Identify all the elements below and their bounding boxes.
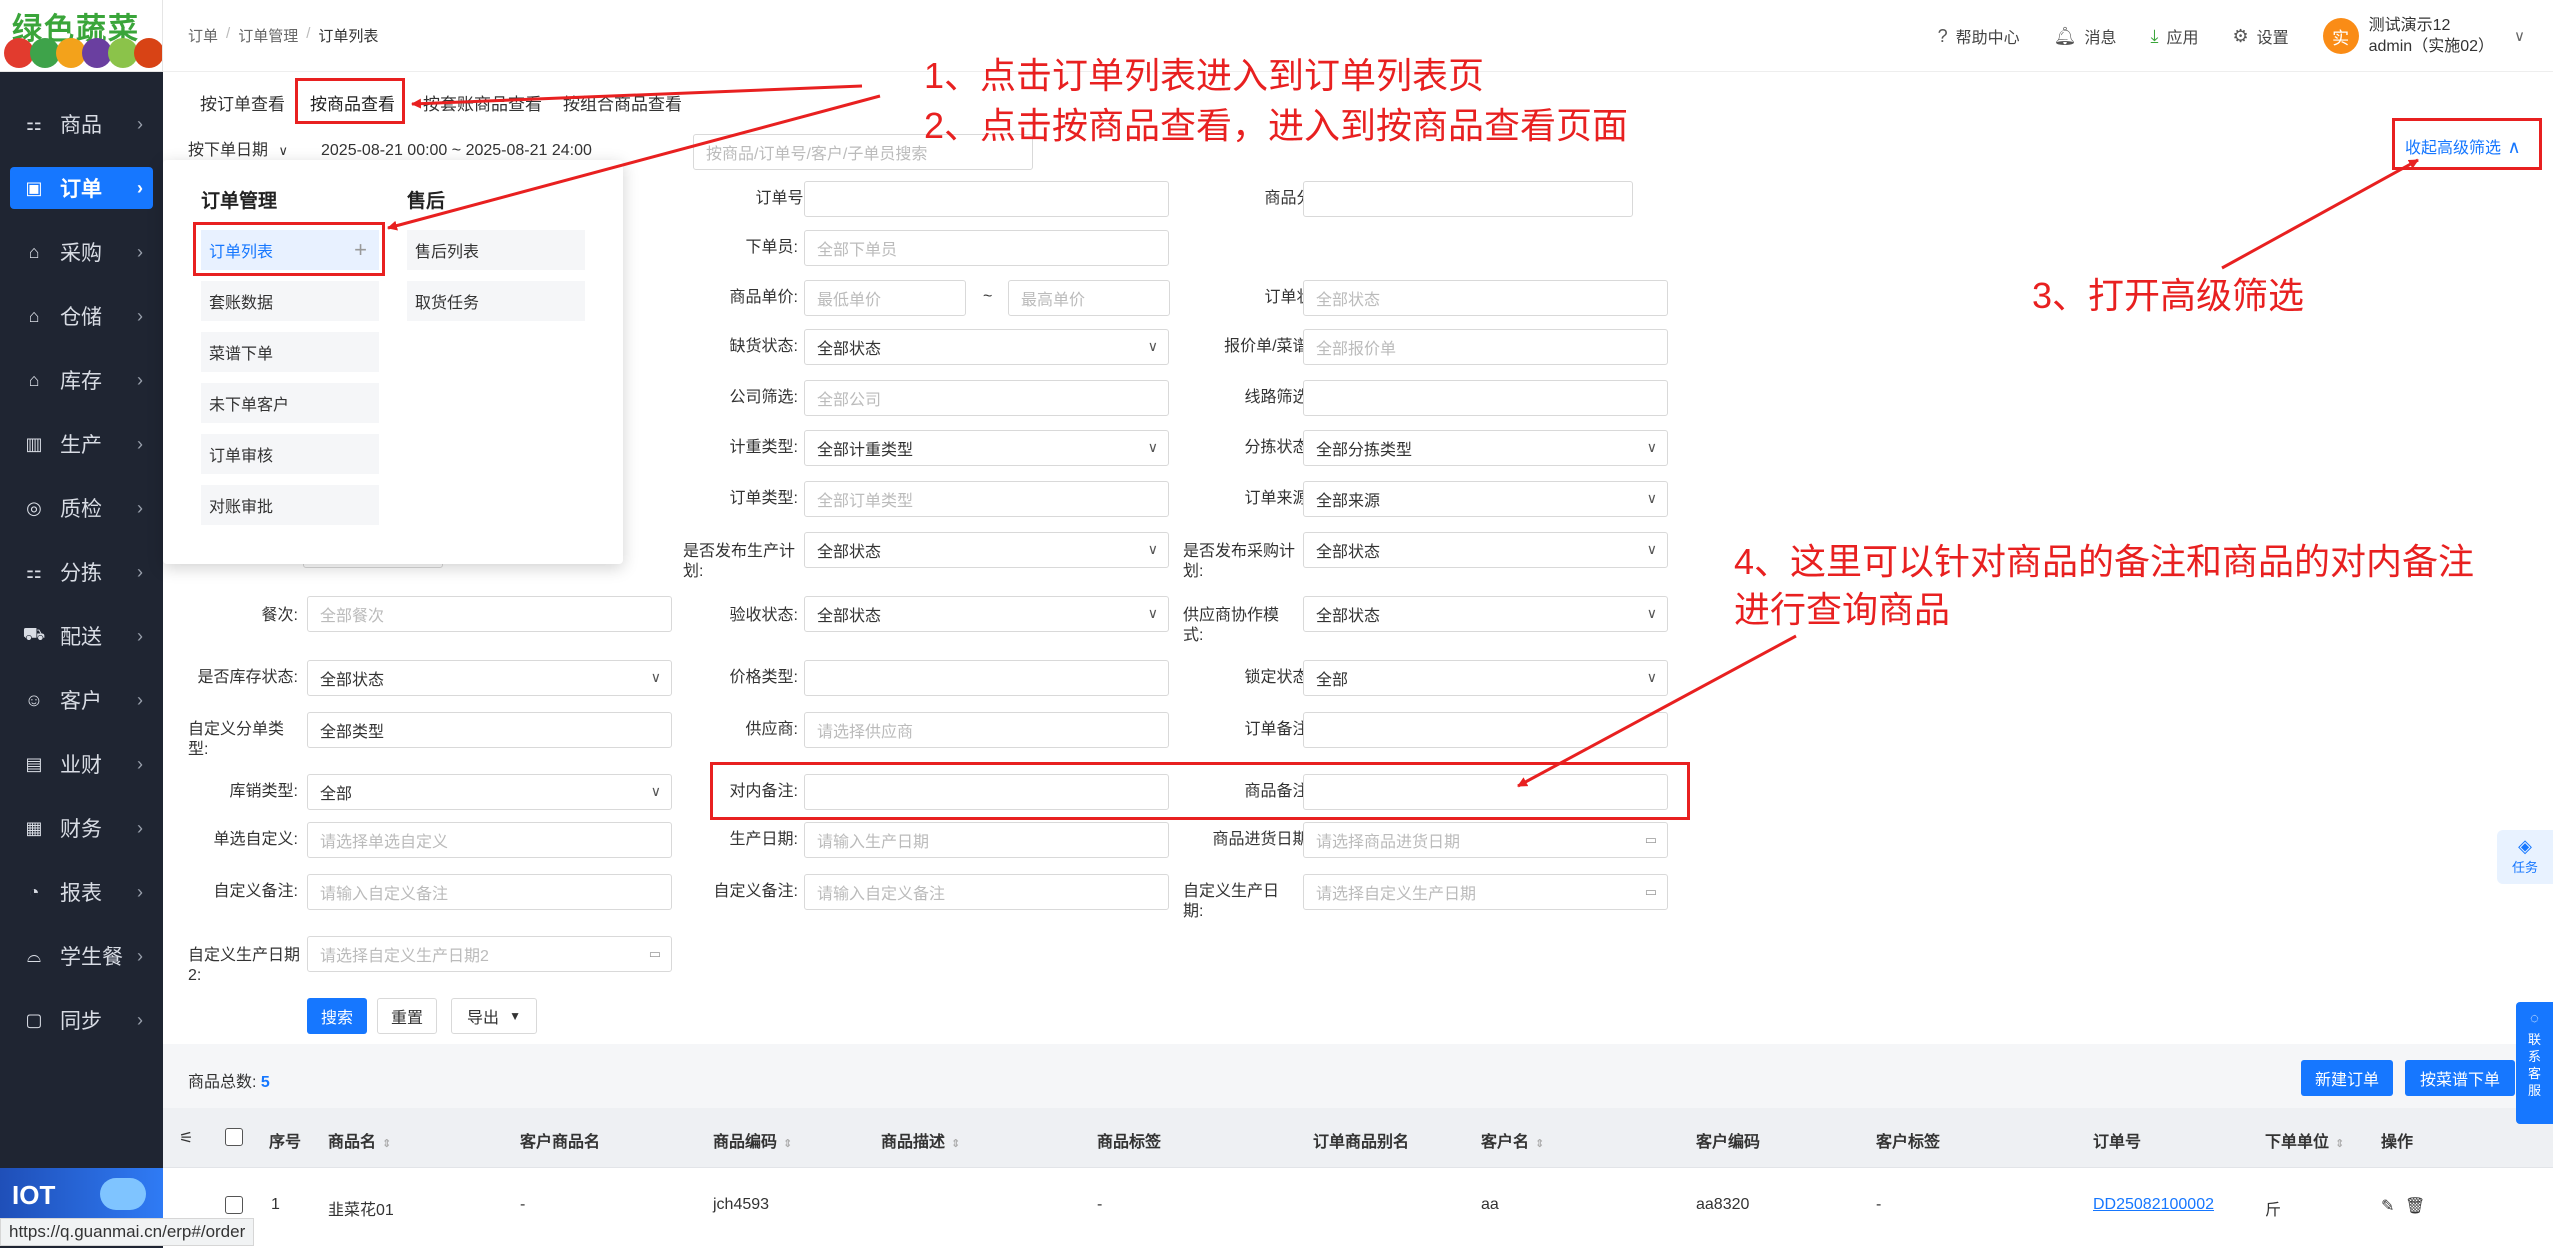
nav-icon: ☺ xyxy=(24,689,44,710)
chevron-right-icon: › xyxy=(137,881,143,902)
nav-icon: ⌂ xyxy=(28,369,40,390)
sidebar-item-label: 配送 xyxy=(60,626,102,649)
chevron-right-icon: › xyxy=(137,689,143,710)
nav-icon: ⌂ xyxy=(28,305,40,326)
chevron-right-icon: › xyxy=(137,625,143,646)
sidebar-item-label: 客户 xyxy=(60,690,102,713)
sidebar-item-label: 商品 xyxy=(60,114,102,137)
chevron-right-icon: › xyxy=(137,305,143,326)
sidebar-item-label: 分拣 xyxy=(60,562,102,585)
annotation-arrow xyxy=(2221,158,2419,270)
chevron-right-icon: › xyxy=(137,945,143,966)
nav-icon: ⌂ xyxy=(28,241,40,262)
chevron-right-icon: › xyxy=(137,1009,143,1030)
app-root: 绿色蔬菜 ⚏ 商品 › ▣ 订单 › ⌂ 采购 › ⌂ 仓储 › ⌂ 库存 › ▥ 生产 › ◎ 质检 › ⚏ 分拣 › ⛟ 配送… xyxy=(0,0,2553,1248)
chevron-right-icon: › xyxy=(137,241,143,262)
nav-icon: ▦ xyxy=(25,817,43,838)
sidebar-item-label: 质检 xyxy=(60,498,102,521)
sidebar-item-label: 库存 xyxy=(60,370,102,393)
chevron-right-icon: › xyxy=(137,561,143,582)
chevron-right-icon: › xyxy=(137,113,143,134)
chevron-right-icon: › xyxy=(137,177,143,198)
nav-icon: ▣ xyxy=(25,177,43,198)
sidebar-item-label: 学生餐 xyxy=(60,946,123,969)
annotation-arrows xyxy=(387,84,2419,788)
chevron-right-icon: › xyxy=(137,753,143,774)
sidebar-item-label: 采购 xyxy=(60,242,102,265)
sidebar-item-label: 财务 xyxy=(60,818,102,841)
nav-icon: ⚏ xyxy=(25,561,43,582)
chevron-right-icon: › xyxy=(137,369,143,390)
chevron-right-icon: › xyxy=(137,817,143,838)
nav-icon: ⌓ xyxy=(26,945,42,966)
annotation-arrow xyxy=(411,84,863,109)
annotation-arrow xyxy=(1517,634,1797,788)
nav-icon: ⚏ xyxy=(25,113,43,134)
sidebar-item-label: 业财 xyxy=(60,754,102,777)
sidebar-item-label: 同步 xyxy=(60,1010,102,1033)
nav-icon: ▥ xyxy=(25,433,43,454)
nav-icon: ⛟ xyxy=(22,624,46,644)
nav-icon: ▤ xyxy=(25,753,43,774)
chevron-right-icon: › xyxy=(137,497,143,518)
nav-icon: ◔ xyxy=(28,881,40,902)
chevron-right-icon: › xyxy=(137,433,143,454)
sidebar-item-label: 仓储 xyxy=(60,306,102,329)
nav-icon: ◎ xyxy=(26,497,42,518)
sidebar-item-label: 报表 xyxy=(60,882,102,905)
nav-icon: ▢ xyxy=(25,1009,43,1030)
sidebar-item-label: 生产 xyxy=(60,434,102,457)
sidebar-item-label: 订单 xyxy=(60,178,102,201)
annotation-arrow xyxy=(387,94,881,231)
